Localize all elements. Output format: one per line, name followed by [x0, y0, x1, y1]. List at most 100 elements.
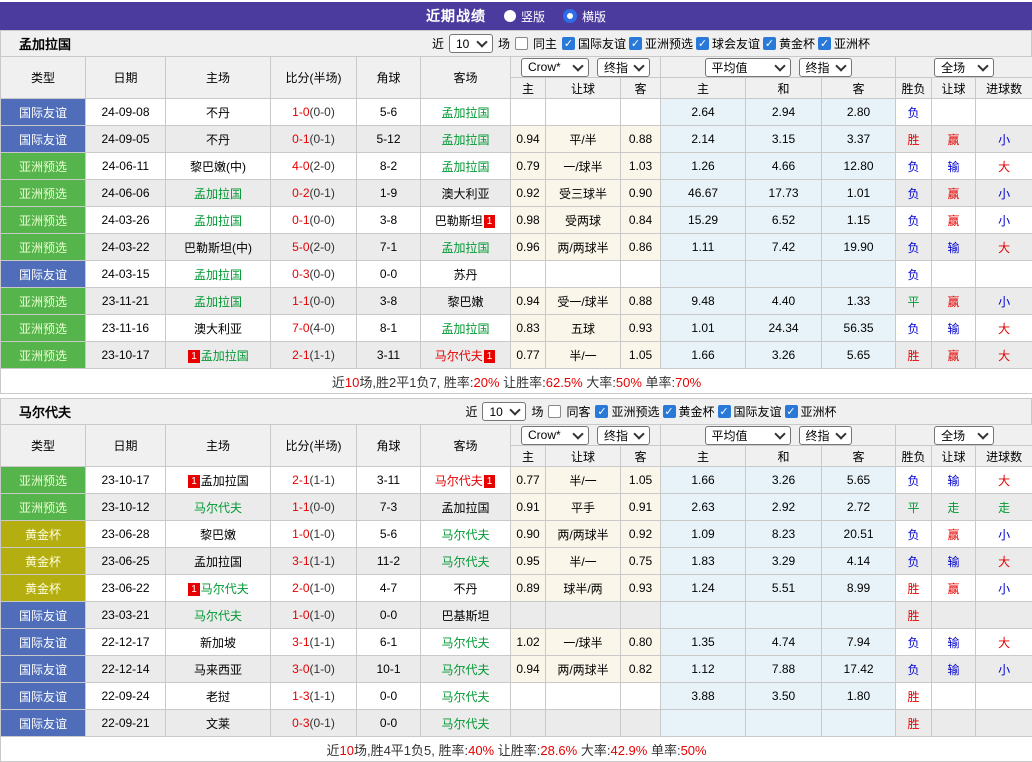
- bookmaker-select[interactable]: Crow*: [521, 426, 589, 445]
- team-name[interactable]: 孟加拉国: [201, 349, 249, 363]
- competition-checkbox[interactable]: ✓: [763, 37, 776, 50]
- odds-stage-select[interactable]: 终指: [597, 426, 650, 445]
- result-cell: 小: [976, 126, 1032, 153]
- team-name[interactable]: 黎巴嫩: [447, 295, 483, 309]
- team-name[interactable]: 马尔代夫: [194, 609, 242, 623]
- competition-checkbox[interactable]: ✓: [818, 37, 831, 50]
- score-cell: 3-0(1-0): [271, 656, 357, 683]
- match-count-select[interactable]: 10: [449, 34, 493, 53]
- team-name[interactable]: 马尔代夫: [435, 349, 483, 363]
- team-name[interactable]: 孟加拉国: [441, 241, 489, 255]
- average-select-label: 平均值: [712, 427, 748, 444]
- team-name[interactable]: 巴勒斯坦: [435, 214, 483, 228]
- team-name[interactable]: 澳大利亚: [441, 187, 489, 201]
- away-team-cell: 孟加拉国: [421, 99, 511, 126]
- team-name[interactable]: 文莱: [206, 717, 230, 731]
- team-name[interactable]: 老挝: [206, 690, 230, 704]
- team-name[interactable]: 孟加拉国: [441, 322, 489, 336]
- score-cell: 2-0(1-0): [271, 575, 357, 602]
- team-name[interactable]: 孟加拉国: [441, 133, 489, 147]
- team-name[interactable]: 孟加拉国: [441, 106, 489, 120]
- same-venue-checkbox[interactable]: [548, 405, 561, 418]
- fulltime-select[interactable]: 全场: [934, 426, 994, 445]
- avg-stage-select[interactable]: 终指: [799, 58, 852, 77]
- summary-text: 单率:: [642, 375, 675, 390]
- team-name[interactable]: 孟加拉国: [441, 160, 489, 174]
- home-team-cell: 孟加拉国: [166, 288, 271, 315]
- average-odds-cell: 6.52: [746, 207, 822, 234]
- handicap-odds-cell: 受两球: [546, 207, 621, 234]
- result-cell: 小: [976, 180, 1032, 207]
- handicap-odds-cell: 1.05: [621, 467, 661, 494]
- layout-radio-vertical[interactable]: 竖版: [504, 8, 545, 25]
- average-odds-cell: [822, 602, 896, 629]
- team-name[interactable]: 马尔代夫: [441, 663, 489, 677]
- handicap-odds-cell: [511, 602, 546, 629]
- match-row: 亚洲预选23-10-171孟加拉国2-1(1-1)3-11马尔代夫10.77半/…: [1, 342, 1032, 369]
- result-cell: 负: [896, 180, 932, 207]
- competition-checkbox[interactable]: ✓: [663, 405, 676, 418]
- col-home: 主场: [166, 57, 271, 99]
- team-name[interactable]: 马来西亚: [194, 663, 242, 677]
- average-odds-cell: 56.35: [822, 315, 896, 342]
- match-row: 黄金杯23-06-221马尔代夫2-0(1-0)4-7不丹0.89球半/两0.9…: [1, 575, 1032, 602]
- rank-badge: 1: [188, 475, 200, 488]
- same-venue-checkbox[interactable]: [515, 37, 528, 50]
- fulltime-score: 2-0: [292, 581, 309, 595]
- team-name[interactable]: 马尔代夫: [441, 528, 489, 542]
- layout-radio-horizontal[interactable]: 横版: [563, 8, 606, 25]
- competition-checkbox[interactable]: ✓: [629, 37, 642, 50]
- handicap-odds-cell: 0.84: [621, 207, 661, 234]
- odds-stage-select[interactable]: 终指: [597, 58, 650, 77]
- fulltime-score: 1-0: [292, 608, 309, 622]
- competition-checkbox[interactable]: ✓: [562, 37, 575, 50]
- team-name[interactable]: 黎巴嫩: [200, 528, 236, 542]
- corner-cell: 4-7: [357, 575, 421, 602]
- team-name[interactable]: 马尔代夫: [441, 717, 489, 731]
- col-full-result: 胜负: [896, 78, 932, 99]
- team-name[interactable]: 孟加拉国: [441, 501, 489, 515]
- home-team-cell: 澳大利亚: [166, 315, 271, 342]
- average-select[interactable]: 平均值: [705, 426, 791, 445]
- team-name[interactable]: 马尔代夫: [201, 582, 249, 596]
- col-score: 比分(半场): [271, 57, 357, 99]
- team-name[interactable]: 马尔代夫: [194, 501, 242, 515]
- match-count-select[interactable]: 10: [482, 402, 526, 421]
- average-odds-cell: 2.94: [746, 99, 822, 126]
- col-date: 日期: [86, 57, 166, 99]
- team-name[interactable]: 黎巴嫩(中): [190, 160, 246, 174]
- team-name[interactable]: 马尔代夫: [435, 474, 483, 488]
- team-name[interactable]: 不丹: [206, 106, 230, 120]
- team-name[interactable]: 新加坡: [200, 636, 236, 650]
- fulltime-select[interactable]: 全场: [934, 58, 994, 77]
- competition-type-cell: 亚洲预选: [1, 234, 86, 261]
- team-name[interactable]: 马尔代夫: [441, 555, 489, 569]
- competition-checkbox[interactable]: ✓: [595, 405, 608, 418]
- team-name[interactable]: 孟加拉国: [194, 214, 242, 228]
- average-select[interactable]: 平均值: [705, 58, 791, 77]
- team-name[interactable]: 苏丹: [453, 268, 477, 282]
- competition-checkbox[interactable]: ✓: [718, 405, 731, 418]
- average-odds-cell: [822, 710, 896, 737]
- avg-stage-select[interactable]: 终指: [799, 426, 852, 445]
- team-name[interactable]: 孟加拉国: [201, 474, 249, 488]
- team-name[interactable]: 孟加拉国: [194, 268, 242, 282]
- team-name[interactable]: 孟加拉国: [194, 295, 242, 309]
- average-odds-cell: 5.65: [822, 342, 896, 369]
- team-name[interactable]: 巴勒斯坦(中): [184, 241, 252, 255]
- competition-checkbox[interactable]: ✓: [785, 405, 798, 418]
- team-name[interactable]: 孟加拉国: [194, 555, 242, 569]
- team-name[interactable]: 马尔代夫: [441, 690, 489, 704]
- team-name[interactable]: 不丹: [206, 133, 230, 147]
- competition-type-cell: 国际友谊: [1, 99, 86, 126]
- competition-checkbox[interactable]: ✓: [696, 37, 709, 50]
- date-cell: 22-09-21: [86, 710, 166, 737]
- bookmaker-select[interactable]: Crow*: [521, 58, 589, 77]
- score-cell: 0-3(0-1): [271, 710, 357, 737]
- team-name[interactable]: 澳大利亚: [194, 322, 242, 336]
- team-name[interactable]: 马尔代夫: [441, 636, 489, 650]
- team-name[interactable]: 孟加拉国: [194, 187, 242, 201]
- team-name[interactable]: 巴基斯坦: [441, 609, 489, 623]
- fulltime-score: 1-1: [292, 500, 309, 514]
- team-name[interactable]: 不丹: [453, 582, 477, 596]
